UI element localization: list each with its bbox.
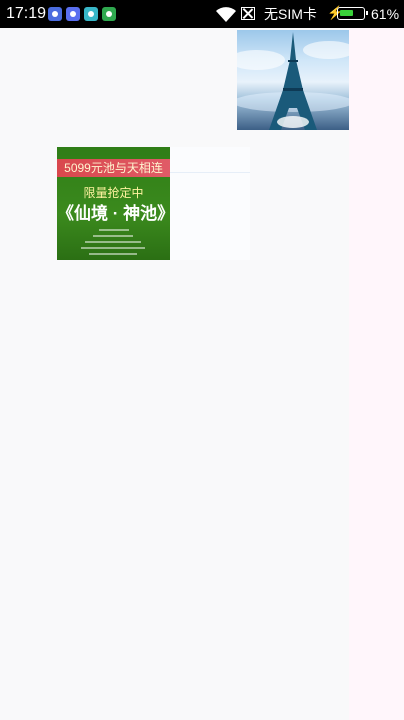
status-bar: 17:19 无SIM卡 ⚡ 61% bbox=[0, 0, 404, 28]
poster-fine-print bbox=[89, 253, 137, 255]
poster-title: 《仙境 · 神池》 bbox=[57, 204, 170, 223]
eiffel-tower-image[interactable] bbox=[237, 30, 349, 130]
page-content bbox=[0, 28, 404, 720]
eiffel-tower-graphic bbox=[237, 32, 349, 130]
poster-fine-print bbox=[93, 235, 133, 237]
media-app-icon bbox=[48, 7, 62, 21]
android-app-icon bbox=[102, 7, 116, 21]
battery-icon bbox=[337, 7, 368, 20]
divider bbox=[170, 172, 250, 173]
battery-percent: 61% bbox=[371, 6, 400, 22]
clock: 17:19 bbox=[6, 5, 47, 22]
media-app-icon bbox=[66, 7, 80, 21]
faded-panel bbox=[170, 147, 250, 260]
chat-app-icon bbox=[84, 7, 98, 21]
poster-fine-print bbox=[81, 247, 145, 249]
wifi-icon bbox=[216, 7, 236, 22]
promo-poster-image[interactable]: 5099元池与天相连 限量抢定中 《仙境 · 神池》 bbox=[57, 147, 170, 260]
poster-banner: 5099元池与天相连 bbox=[57, 159, 170, 177]
poster-fine-print bbox=[99, 229, 129, 231]
no-sim-icon bbox=[241, 7, 255, 20]
carrier-label: 无SIM卡 bbox=[264, 6, 317, 22]
poster-fine-print bbox=[85, 241, 141, 243]
right-panel bbox=[349, 28, 404, 720]
